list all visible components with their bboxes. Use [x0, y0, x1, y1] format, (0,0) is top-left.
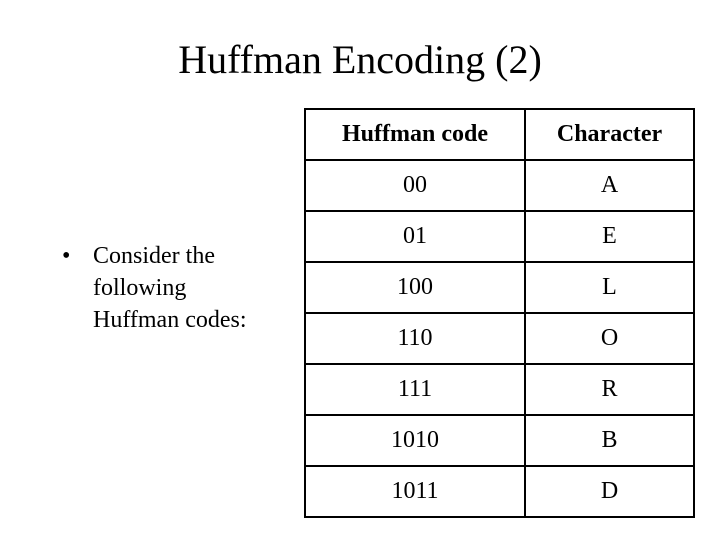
slide-title: Huffman Encoding (2) — [178, 37, 542, 82]
table-row: 00 A — [304, 159, 695, 212]
huffman-table: Huffman code Character 00 A 01 E 100 L 110 O… — [304, 108, 695, 518]
bullet-text: Consider the following Huffman codes: — [93, 243, 247, 333]
code-cell: 111 — [304, 363, 526, 416]
table-row: 1011 D — [304, 465, 695, 518]
table-row: 01 E — [304, 210, 695, 263]
code-cell: 100 — [304, 261, 526, 314]
header-character: Character — [524, 108, 695, 161]
code-cell: 01 — [304, 210, 526, 263]
character-cell: E — [524, 210, 695, 263]
character-cell: A — [524, 159, 695, 212]
character-cell: L — [524, 261, 695, 314]
bullet-point: • Consider the following Huffman codes: — [62, 240, 262, 336]
character-cell: B — [524, 414, 695, 467]
character-cell: O — [524, 312, 695, 365]
table-row: 111 R — [304, 363, 695, 416]
bullet-marker: • — [62, 243, 71, 269]
table-row: 100 L — [304, 261, 695, 314]
character-cell: D — [524, 465, 695, 518]
code-cell: 110 — [304, 312, 526, 365]
character-cell: R — [524, 363, 695, 416]
code-cell: 1011 — [304, 465, 526, 518]
table-row: 110 O — [304, 312, 695, 365]
table-row: 1010 B — [304, 414, 695, 467]
code-cell: 00 — [304, 159, 526, 212]
code-cell: 1010 — [304, 414, 526, 467]
table-header-row: Huffman code Character — [304, 108, 695, 161]
header-huffman-code: Huffman code — [304, 108, 526, 161]
